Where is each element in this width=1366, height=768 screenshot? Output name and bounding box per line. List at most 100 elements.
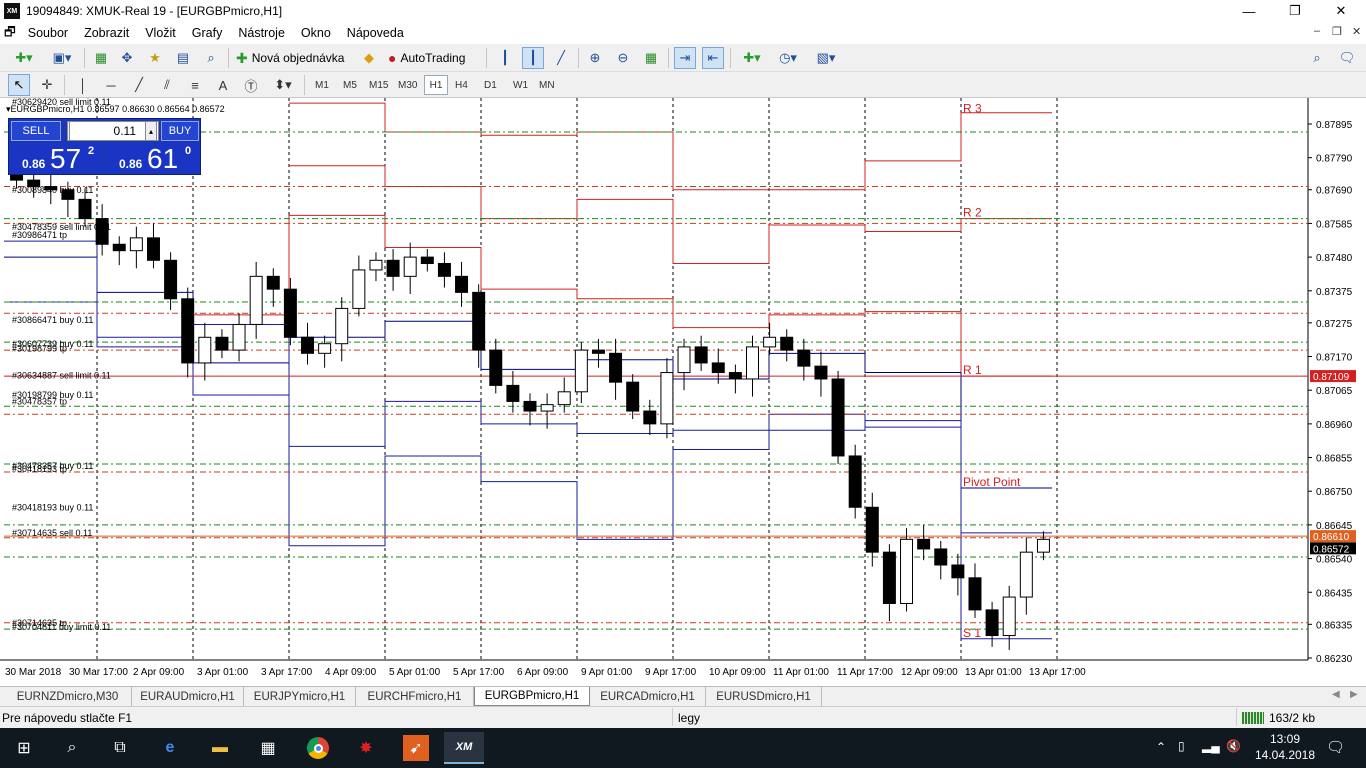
buy-price[interactable]: 0.86 61 0 [107, 143, 199, 174]
price-chart[interactable]: 30 Mar 2018 30 Mar 17:00 2 Apr 09:00 3 Apr … [0, 98, 1366, 686]
zoom-in-icon[interactable]: ⊕ [584, 47, 606, 69]
tab-eurchf[interactable]: EURCHFmicro,H1 [356, 687, 474, 706]
sell-price-pips: 57 [50, 143, 82, 174]
clock-time[interactable]: 13:09 [1262, 732, 1308, 746]
tf-h1[interactable]: H1 [424, 75, 448, 95]
new-chart-icon[interactable]: ✚▾ [8, 47, 40, 69]
mdi-close-icon[interactable]: ✕ [1352, 25, 1361, 38]
maximize-icon[interactable]: ❐ [1272, 0, 1318, 22]
crosshair-icon[interactable]: ✛ [36, 74, 58, 96]
metaeditor-icon[interactable]: ◆ [358, 47, 380, 69]
chart-doc-icon[interactable]: 🗗 [0, 23, 20, 44]
candle-body [318, 343, 332, 354]
windows-start-icon[interactable]: ⊞ [4, 732, 44, 764]
mdi-restore-icon[interactable]: ❐ [1332, 25, 1342, 38]
strategy-tester-icon[interactable]: ⌕ [200, 47, 222, 69]
tf-m1[interactable]: M1 [312, 75, 332, 95]
tf-w1[interactable]: W1 [510, 75, 531, 95]
chrome-icon[interactable] [298, 732, 338, 764]
data-window-icon[interactable]: ✥ [116, 47, 138, 69]
candlestick-icon[interactable]: ┃ [522, 47, 544, 69]
periods-icon[interactable]: ◷▾ [772, 47, 804, 69]
network-icon[interactable]: ▂▄ [1202, 739, 1220, 753]
menu-napoveda[interactable]: Nápoveda [339, 26, 412, 40]
tab-euraud[interactable]: EURAUDmicro,H1 [132, 687, 244, 706]
candle-body [985, 609, 999, 637]
tf-mn[interactable]: MN [536, 75, 558, 95]
task-view-icon[interactable]: ⧉ [100, 732, 140, 764]
tf-h4[interactable]: H4 [452, 75, 471, 95]
buy-button[interactable]: BUY [161, 121, 199, 141]
new-order-button[interactable]: ✚ Nová objednávka [236, 47, 344, 69]
clock-date[interactable]: 14.04.2018 [1252, 748, 1318, 762]
file-explorer-icon[interactable]: ▬ [200, 732, 240, 764]
tab-scroll-left-icon[interactable]: ◀ [1332, 689, 1340, 700]
fibonacci-icon[interactable]: ≡ [184, 74, 206, 96]
power-icon[interactable]: ▯ [1178, 739, 1185, 753]
tf-d1[interactable]: D1 [481, 75, 500, 95]
line-chart-icon[interactable]: ╱ [550, 47, 572, 69]
xm-icon[interactable]: XM [444, 732, 484, 764]
chart-shift-icon[interactable]: ⇤ [702, 47, 724, 69]
chart-window[interactable]: 30 Mar 2018 30 Mar 17:00 2 Apr 09:00 3 Apr … [0, 98, 1366, 686]
tf-m5[interactable]: M5 [340, 75, 360, 95]
bar-chart-icon[interactable]: ┃ [494, 47, 516, 69]
tf-m15[interactable]: M15 [366, 75, 391, 95]
tab-eurnzd[interactable]: EURNZDmicro,M30 [4, 687, 132, 706]
price-tick-label: 0.87170 [1316, 353, 1353, 364]
cursor-icon[interactable]: ↖ [8, 74, 30, 96]
navigator-icon[interactable]: ★ [144, 47, 166, 69]
zoom-out-icon[interactable]: ⊖ [612, 47, 634, 69]
tab-eurcad[interactable]: EURCADmicro,H1 [590, 687, 706, 706]
menu-grafy[interactable]: Grafy [184, 26, 231, 40]
store-icon[interactable]: ▦ [248, 732, 288, 764]
app-icon[interactable]: ➹ [403, 735, 429, 761]
terminal-icon[interactable]: ▤ [172, 47, 194, 69]
volume-icon[interactable]: 🔇 [1226, 739, 1241, 753]
tab-scroll-right-icon[interactable]: ▶ [1350, 689, 1358, 700]
profiles-icon[interactable]: ▣▾ [46, 47, 78, 69]
vertical-line-icon[interactable]: │ [72, 74, 94, 96]
candle-body [557, 391, 571, 406]
title-bar: XM 19094849: XMUK-Real 19 - [EURGBPmicro… [0, 0, 1366, 22]
menu-zobrazit[interactable]: Zobrazit [76, 26, 137, 40]
text-icon[interactable]: A [212, 74, 234, 96]
text-label-icon[interactable]: Ⓣ [240, 74, 262, 96]
autoscroll-icon[interactable]: ⇥ [674, 47, 696, 69]
traffic-counter: 163/2 kb [1269, 711, 1316, 725]
candle-body [814, 365, 828, 380]
search-icon[interactable]: ⌕ [1306, 47, 1328, 69]
sell-price[interactable]: 0.86 57 2 [10, 143, 102, 174]
arrows-icon[interactable]: ⬍▾ [268, 74, 298, 96]
tf-m30[interactable]: M30 [395, 75, 420, 95]
mdi-minimize-icon[interactable]: – [1314, 25, 1320, 37]
sell-button[interactable]: SELL [11, 121, 61, 141]
lot-increase-icon[interactable]: ▴ [145, 121, 157, 141]
edge-icon[interactable]: e [150, 732, 190, 764]
menu-okno[interactable]: Okno [293, 26, 339, 40]
market-watch-icon[interactable]: ▦ [90, 47, 112, 69]
time-tick-label: 3 Apr 01:00 [197, 667, 249, 678]
autotrading-button[interactable]: ● AutoTrading [388, 47, 465, 69]
candle-body [472, 291, 486, 351]
game-icon[interactable]: ✸ [346, 732, 386, 764]
menu-soubor[interactable]: Soubor [20, 26, 76, 40]
close-icon[interactable]: ✕ [1318, 0, 1364, 22]
channel-icon[interactable]: ⫽ [156, 74, 178, 96]
buy-price-fraction: 0 [185, 145, 192, 157]
menu-vlozit[interactable]: Vložit [137, 26, 184, 40]
tray-chevron-icon[interactable]: ⌃ [1156, 740, 1166, 754]
minimize-icon[interactable]: — [1226, 0, 1272, 22]
trendline-icon[interactable]: ╱ [128, 74, 150, 96]
tab-eurusd[interactable]: EURUSDmicro,H1 [706, 687, 822, 706]
tab-eurjpy[interactable]: EURJPYmicro,H1 [244, 687, 356, 706]
tile-windows-icon[interactable]: ▦ [640, 47, 662, 69]
templates-icon[interactable]: ▧▾ [810, 47, 842, 69]
menu-nastroje[interactable]: Nástroje [230, 26, 293, 40]
horizontal-line-icon[interactable]: ─ [100, 74, 122, 96]
tab-eurgbp[interactable]: EURGBPmicro,H1 [474, 687, 590, 706]
indicators-icon[interactable]: ✚▾ [736, 47, 768, 69]
chat-icon[interactable]: 🗨 [1336, 47, 1358, 69]
notifications-icon[interactable]: 🗨 [1326, 738, 1345, 756]
search-taskbar-icon[interactable]: ⌕ [52, 732, 92, 764]
